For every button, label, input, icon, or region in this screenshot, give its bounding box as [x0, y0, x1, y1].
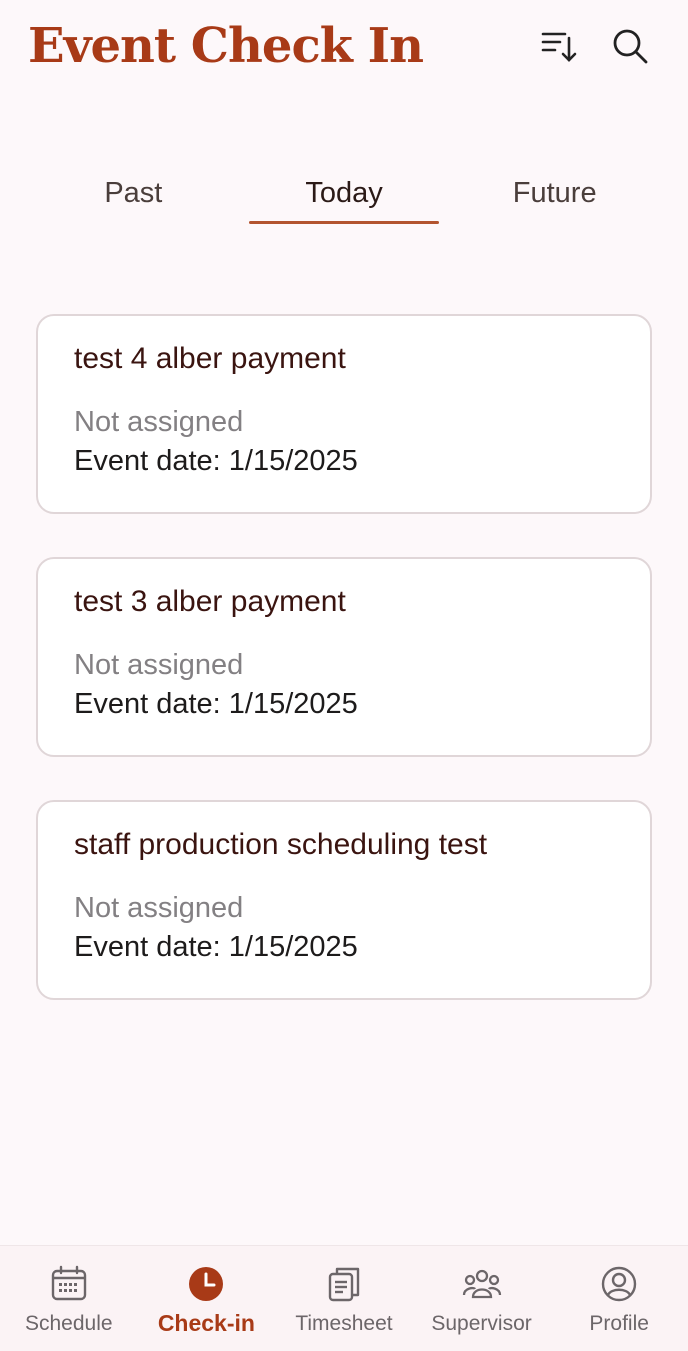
tab-past[interactable]: Past — [28, 160, 239, 226]
nav-label: Check-in — [157, 1310, 255, 1336]
event-assignment-status: Not assigned — [74, 406, 244, 438]
date-tabs: Past Today Future — [28, 160, 660, 226]
user-circle-icon — [599, 1264, 639, 1304]
event-title: test 4 alber payment — [74, 342, 346, 375]
event-date: Event date: 1/15/2025 — [74, 931, 358, 963]
tab-today[interactable]: Today — [239, 160, 450, 226]
nav-label: Profile — [589, 1312, 649, 1335]
sort-button[interactable] — [536, 24, 580, 68]
tab-future[interactable]: Future — [449, 160, 660, 226]
event-check-in-screen: Event Check In Past Today Future test 4 … — [0, 0, 688, 1351]
clock-icon — [186, 1264, 226, 1304]
nav-label: Schedule — [25, 1312, 113, 1335]
group-icon — [462, 1264, 502, 1304]
tab-label: Future — [512, 176, 597, 209]
active-tab-indicator — [248, 221, 440, 224]
nav-item-profile[interactable]: Profile — [550, 1246, 688, 1351]
event-card[interactable]: test 4 alber payment Not assigned Event … — [36, 314, 652, 514]
nav-label: Supervisor — [431, 1312, 532, 1335]
event-card[interactable]: test 3 alber payment Not assigned Event … — [36, 557, 652, 757]
sort-descending-icon — [541, 32, 577, 62]
event-title: staff production scheduling test — [74, 828, 488, 861]
nav-item-supervisor[interactable]: Supervisor — [413, 1246, 551, 1351]
event-title: test 3 alber payment — [74, 585, 346, 618]
nav-label: Timesheet — [295, 1312, 393, 1335]
event-list: test 4 alber payment Not assigned Event … — [36, 314, 652, 1043]
nav-item-check-in[interactable]: Check-in — [138, 1246, 276, 1351]
clipboard-icon — [324, 1264, 364, 1304]
app-header: Event Check In — [0, 0, 688, 100]
event-card[interactable]: staff production scheduling test Not ass… — [36, 800, 652, 1000]
tab-label: Past — [104, 176, 163, 209]
event-date: Event date: 1/15/2025 — [74, 688, 358, 720]
nav-item-timesheet[interactable]: Timesheet — [275, 1246, 413, 1351]
event-assignment-status: Not assigned — [74, 649, 244, 681]
nav-item-schedule[interactable]: Schedule — [0, 1246, 138, 1351]
bottom-navigation: Schedule Check-in Timesheet Supervisor P… — [0, 1245, 688, 1351]
event-date: Event date: 1/15/2025 — [74, 445, 358, 477]
event-assignment-status: Not assigned — [74, 892, 244, 924]
tab-label: Today — [305, 176, 383, 209]
calendar-icon — [49, 1264, 89, 1304]
search-icon — [613, 29, 648, 64]
search-button[interactable] — [608, 24, 652, 68]
page-title: Event Check In — [28, 18, 424, 74]
